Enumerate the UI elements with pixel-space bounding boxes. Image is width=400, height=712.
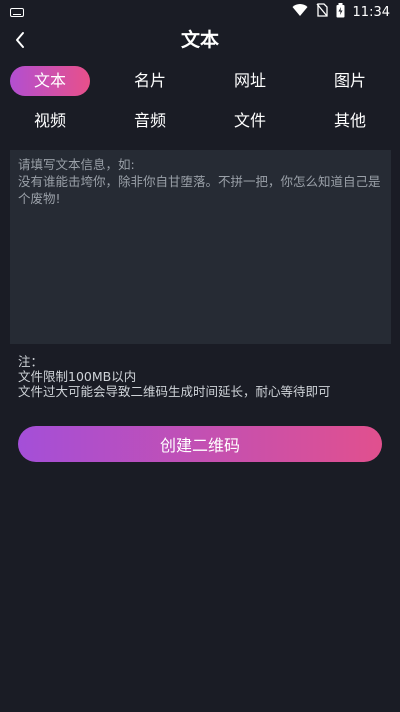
tab-label: 网址 (233, 71, 266, 90)
notes-line-1: 文件限制100MB以内 (18, 369, 137, 384)
tab-label: 文件 (233, 111, 266, 130)
tab-label: 文本 (9, 66, 90, 96)
tab-text[interactable]: 文本 (0, 65, 100, 97)
create-qrcode-button[interactable]: 创建二维码 (18, 426, 382, 462)
status-time: 11:34 (352, 4, 390, 20)
notes: 注： 文件限制100MB以内 文件过大可能会导致二维码生成时间延长，耐心等待即可 (18, 354, 388, 399)
battery-charging-icon (336, 2, 345, 22)
tab-row-2: 视频 音频 文件 其他 (0, 105, 400, 137)
type-tabs: 文本 名片 网址 图片 视频 音频 文件 其他 (0, 65, 400, 145)
tab-image[interactable]: 图片 (300, 65, 400, 97)
tab-audio[interactable]: 音频 (100, 105, 200, 137)
tab-card[interactable]: 名片 (100, 65, 200, 97)
text-input[interactable] (18, 156, 383, 338)
page-title: 文本 (180, 29, 219, 51)
wifi-icon (292, 3, 308, 21)
no-sim-icon (316, 3, 328, 21)
tab-file[interactable]: 文件 (200, 105, 300, 137)
notes-line-2: 文件过大可能会导致二维码生成时间延长，耐心等待即可 (18, 384, 331, 399)
tab-video[interactable]: 视频 (0, 105, 100, 137)
status-bar: 11:34 (0, 0, 400, 24)
top-bar: 文本 (0, 24, 400, 58)
keyboard-icon (10, 7, 24, 17)
tab-label: 音频 (133, 111, 166, 130)
tab-label: 视频 (33, 111, 66, 130)
tab-label: 图片 (333, 71, 366, 90)
notes-title: 注： (18, 354, 44, 369)
tab-row-1: 文本 名片 网址 图片 (0, 65, 400, 97)
text-input-box (10, 150, 391, 344)
tab-label: 其他 (333, 111, 366, 130)
tab-url[interactable]: 网址 (200, 65, 300, 97)
tab-label: 名片 (133, 71, 166, 90)
tab-other[interactable]: 其他 (300, 105, 400, 137)
